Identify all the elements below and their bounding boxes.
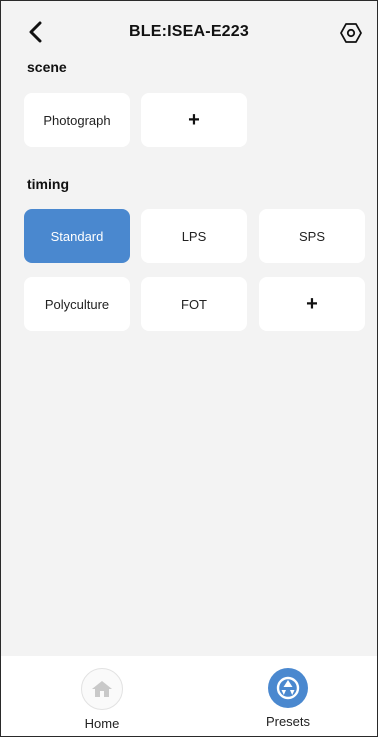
- nav-presets[interactable]: Presets: [248, 668, 328, 729]
- nav-presets-label: Presets: [265, 714, 311, 729]
- timing-polyculture-tile[interactable]: Polyculture: [24, 277, 130, 331]
- bottom-nav: Home Presets: [1, 656, 377, 736]
- timing-section-label: timing: [27, 176, 69, 192]
- tile-label: Polyculture: [44, 296, 110, 312]
- plus-icon: +: [306, 292, 318, 315]
- tile-label: FOT: [181, 296, 207, 312]
- page-title: BLE:ISEA-E223: [129, 23, 249, 40]
- hexagon-settings-icon: [340, 23, 362, 43]
- timing-lps-tile[interactable]: LPS: [141, 209, 247, 263]
- nav-home-label: Home: [84, 716, 120, 731]
- header: BLE:ISEA-E223: [1, 1, 377, 59]
- scene-section-label: scene: [27, 59, 67, 75]
- tile-label: Standard: [50, 228, 104, 244]
- plus-icon: +: [188, 108, 200, 131]
- app-screen: BLE:ISEA-E223 scene Photograph + timing …: [0, 0, 378, 737]
- tile-label: Photograph: [43, 112, 111, 128]
- presets-icon: [268, 668, 308, 708]
- add-scene-button[interactable]: +: [141, 93, 247, 147]
- home-icon: [81, 668, 123, 710]
- settings-button[interactable]: [339, 21, 363, 45]
- timing-sps-tile[interactable]: SPS: [259, 209, 365, 263]
- timing-fot-tile[interactable]: FOT: [141, 277, 247, 331]
- nav-home[interactable]: Home: [62, 668, 142, 731]
- add-timing-button[interactable]: +: [259, 277, 365, 331]
- scene-photograph-tile[interactable]: Photograph: [24, 93, 130, 147]
- tile-label: SPS: [298, 228, 325, 244]
- timing-standard-tile[interactable]: Standard: [24, 209, 130, 263]
- tile-label: LPS: [181, 228, 207, 244]
